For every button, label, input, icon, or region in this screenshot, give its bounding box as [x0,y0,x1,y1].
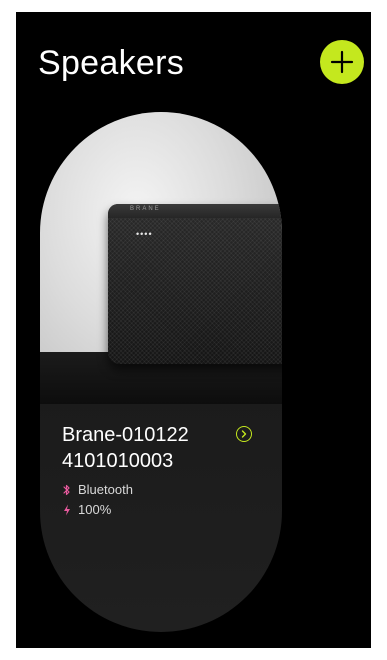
page-title: Speakers [38,44,185,82]
lightning-bolt-icon [62,503,72,517]
speaker-info: Brane-010122 4101010003 Bluetooth 100% [62,422,262,518]
speaker-name: Brane-010122 4101010003 [62,422,262,474]
connection-status: Bluetooth [62,482,262,498]
app-screen: Speakers BRANE •••• Brane-010122 4101010… [16,12,371,648]
battery-level: 100% [78,502,112,517]
speaker-details-button[interactable] [236,426,252,442]
bluetooth-icon [62,483,72,497]
speaker-photo: BRANE •••• [40,112,282,404]
speaker-brand-logo: BRANE [130,206,161,212]
chevron-right-icon [241,430,247,438]
connection-label: Bluetooth [78,482,133,497]
speaker-top-panel: BRANE [108,204,282,218]
speaker-card[interactable]: BRANE •••• Brane-010122 4101010003 Bluet… [40,112,282,632]
speaker-name-line2: 4101010003 [62,450,174,472]
speaker-device-image: BRANE •••• [108,204,282,364]
plus-icon [330,50,354,74]
add-speaker-button[interactable] [320,40,364,84]
battery-status: 100% [62,502,262,518]
speaker-status-leds: •••• [136,229,153,239]
speaker-name-line1: Brane-010122 [62,424,189,446]
